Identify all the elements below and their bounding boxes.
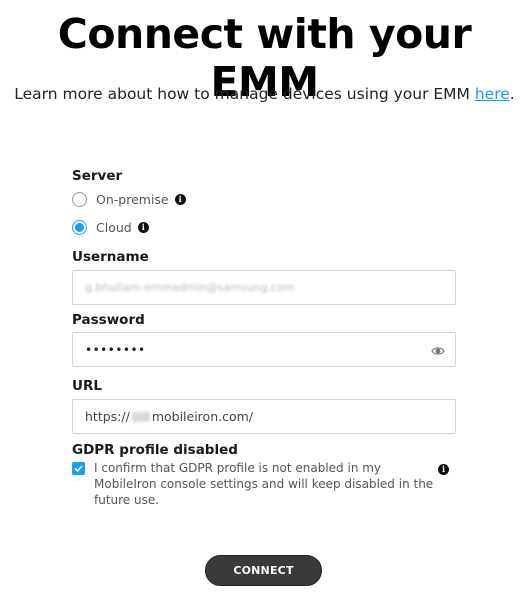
subtitle-text: Learn more about how to manage devices u… (14, 85, 475, 103)
subtitle-period: . (509, 85, 515, 103)
radio-cloud-button[interactable] (72, 220, 87, 235)
password-label: Password (72, 312, 145, 328)
url-input[interactable]: https:// mobileiron.com/ (72, 399, 456, 434)
gdpr-confirm-checkbox[interactable] (72, 462, 85, 475)
url-redacted-segment (131, 411, 150, 422)
connect-button[interactable]: CONNECT (205, 555, 322, 586)
info-icon[interactable]: i (174, 194, 186, 205)
radio-on-premise-label: On-premise (96, 192, 169, 207)
url-value-suffix: mobileiron.com/ (151, 409, 253, 424)
info-icon[interactable]: i (438, 464, 449, 475)
show-password-eye-icon[interactable] (431, 344, 445, 359)
radio-cloud[interactable]: Cloud i (72, 220, 149, 235)
server-label: Server (72, 168, 123, 184)
gdpr-confirm-text: I confirm that GDPR profile is not enabl… (94, 461, 434, 507)
gdpr-label: GDPR profile disabled (72, 442, 238, 458)
checkmark-icon (74, 465, 83, 473)
url-value-prefix: https:// (85, 409, 130, 424)
info-icon[interactable]: i (137, 222, 149, 233)
username-label: Username (72, 249, 149, 265)
username-value: g.bhullam-emmadmin@samsung.com (85, 281, 295, 294)
password-input[interactable]: •••••••• (72, 332, 456, 367)
radio-on-premise-button[interactable] (72, 192, 87, 207)
learn-more-link[interactable]: here (475, 85, 510, 103)
radio-cloud-label: Cloud (96, 220, 132, 235)
url-label: URL (72, 378, 102, 394)
password-value: •••••••• (85, 342, 146, 357)
radio-on-premise[interactable]: On-premise i (72, 192, 186, 207)
page-subtitle: Learn more about how to manage devices u… (0, 85, 529, 103)
username-input[interactable]: g.bhullam-emmadmin@samsung.com (72, 270, 456, 305)
